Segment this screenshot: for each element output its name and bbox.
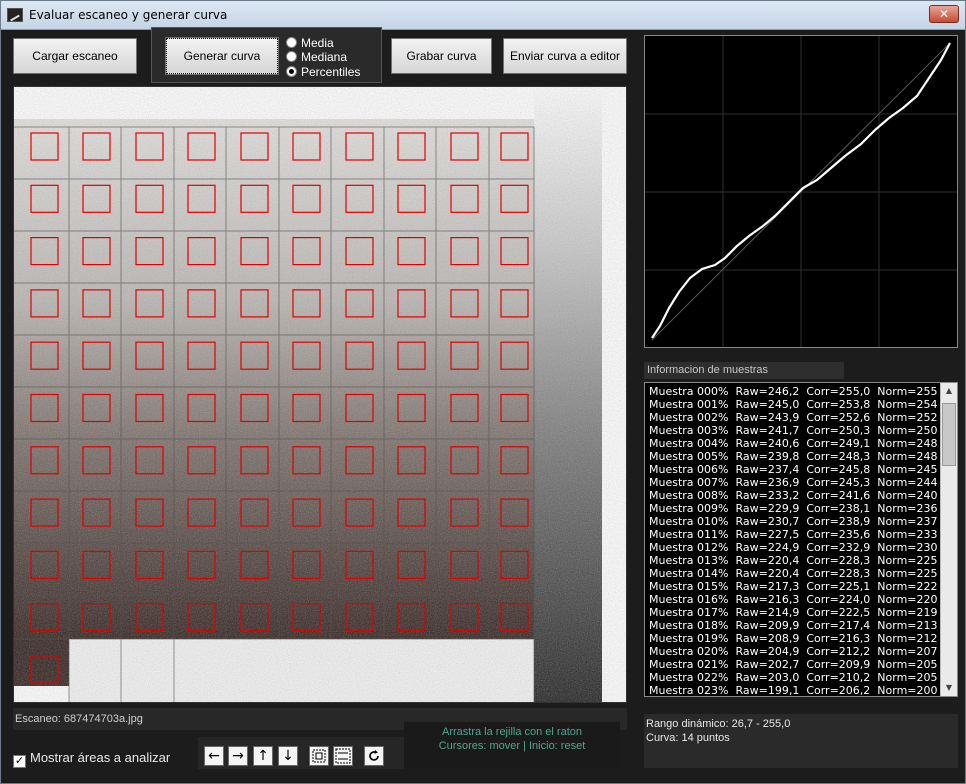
sample-row: Muestra 018% Raw=209,9 Corr=217,4 Norm=2… (649, 619, 938, 632)
sample-row: Muestra 000% Raw=246,2 Corr=255,0 Norm=2… (649, 385, 938, 398)
sample-row: Muestra 015% Raw=217,3 Corr=225,1 Norm=2… (649, 580, 938, 593)
curve-plot (645, 36, 957, 347)
save-curve-button[interactable]: Grabar curva (391, 38, 492, 74)
radio-label: Media (301, 36, 334, 50)
samples-list-box[interactable]: Muestra 000% Raw=246,2 Corr=255,0 Norm=2… (644, 382, 958, 697)
app-window: Evaluar escaneo y generar curva ✕ Cargar… (0, 0, 966, 784)
sample-row: Muestra 006% Raw=237,4 Corr=245,8 Norm=2… (649, 463, 938, 476)
sample-row: Muestra 009% Raw=229,9 Corr=238,1 Norm=2… (649, 502, 938, 515)
grid-expand-icon[interactable] (309, 746, 329, 766)
move-left-button[interactable]: ← (204, 746, 224, 766)
sample-row: Muestra 023% Raw=199,1 Corr=206,2 Norm=2… (649, 684, 938, 697)
sample-row: Muestra 002% Raw=243,9 Corr=252,6 Norm=2… (649, 411, 938, 424)
scroll-thumb[interactable] (942, 403, 956, 466)
scroll-up-icon[interactable]: ▲ (941, 383, 957, 399)
move-down-button[interactable]: ↓ (278, 746, 298, 766)
sample-row: Muestra 004% Raw=240,6 Corr=249,1 Norm=2… (649, 437, 938, 450)
move-up-button[interactable]: ↑ (253, 746, 273, 766)
scan-image (14, 87, 626, 702)
radio-dot (286, 51, 297, 62)
sample-row: Muestra 014% Raw=220,4 Corr=228,3 Norm=2… (649, 567, 938, 580)
load-scan-button[interactable]: Cargar escaneo (13, 38, 137, 74)
curve-preview (644, 35, 958, 348)
hint-line: Arrastra la rejilla con el raton (441, 726, 582, 738)
radio-label: Percentiles (301, 65, 361, 79)
sample-row: Muestra 016% Raw=216,3 Corr=224,0 Norm=2… (649, 593, 938, 606)
sample-row: Muestra 021% Raw=202,7 Corr=209,9 Norm=2… (649, 658, 938, 671)
show-areas-label: Mostrar áreas a analizar (30, 750, 171, 765)
radio-dot (286, 37, 297, 48)
samples-scrollbar[interactable]: ▲ ▼ (940, 383, 957, 696)
radio-percentiles[interactable]: Percentiles (286, 65, 360, 79)
sample-row: Muestra 020% Raw=204,9 Corr=212,2 Norm=2… (649, 645, 938, 658)
sample-row: Muestra 010% Raw=230,7 Corr=238,9 Norm=2… (649, 515, 938, 528)
radio-dot (286, 66, 297, 77)
sample-row: Muestra 001% Raw=245,0 Corr=253,8 Norm=2… (649, 398, 938, 411)
dynamic-range-text: Rango dinámico: 26,7 - 255,0 (646, 718, 791, 730)
sample-row: Muestra 007% Raw=236,9 Corr=245,3 Norm=2… (649, 476, 938, 489)
checkbox-box[interactable]: ✓ (13, 755, 26, 768)
grid-shrink-icon[interactable] (333, 746, 353, 766)
stats-panel: Rango dinámico: 26,7 - 255,0 Curva: 14 p… (644, 714, 958, 768)
sample-row: Muestra 005% Raw=239,8 Corr=248,3 Norm=2… (649, 450, 938, 463)
generate-curve-button[interactable]: Generar curva (165, 37, 279, 75)
radio-mediana[interactable]: Mediana (286, 50, 347, 64)
sample-row: Muestra 003% Raw=241,7 Corr=250,3 Norm=2… (649, 424, 938, 437)
sample-row: Muestra 011% Raw=227,5 Corr=235,6 Norm=2… (649, 528, 938, 541)
close-button[interactable]: ✕ (929, 5, 959, 23)
scroll-down-icon[interactable]: ▼ (941, 680, 957, 696)
radio-label: Mediana (301, 50, 348, 64)
sample-row: Muestra 019% Raw=208,9 Corr=216,3 Norm=2… (649, 632, 938, 645)
reset-icon[interactable] (364, 746, 384, 766)
grid-hint: Arrastra la rejilla con el raton Cursore… (404, 722, 620, 768)
app-icon (7, 8, 23, 22)
radio-media[interactable]: Media (286, 36, 334, 50)
scan-viewer[interactable] (13, 86, 627, 703)
sample-row: Muestra 022% Raw=203,0 Corr=210,2 Norm=2… (649, 671, 938, 684)
title-bar: Evaluar escaneo y generar curva ✕ (1, 1, 965, 30)
hint-line: Cursores: mover | Inicio: reset (438, 740, 586, 752)
sample-row: Muestra 017% Raw=214,9 Corr=222,5 Norm=2… (649, 606, 938, 619)
samples-list: Muestra 000% Raw=246,2 Corr=255,0 Norm=2… (649, 385, 939, 697)
send-curve-to-editor-button[interactable]: Enviar curva a editor (503, 38, 627, 74)
sample-row: Muestra 013% Raw=220,4 Corr=228,3 Norm=2… (649, 554, 938, 567)
move-right-button[interactable]: → (228, 746, 248, 766)
sample-row: Muestra 012% Raw=224,9 Corr=232,9 Norm=2… (649, 541, 938, 554)
window-title: Evaluar escaneo y generar curva (29, 8, 228, 22)
sample-row: Muestra 008% Raw=233,2 Corr=241,6 Norm=2… (649, 489, 938, 502)
samples-caption: Informacion de muestras (644, 362, 844, 379)
curve-points-text: Curva: 14 puntos (646, 732, 730, 744)
show-areas-checkbox[interactable]: ✓ Mostrar áreas a analizar (13, 750, 170, 768)
